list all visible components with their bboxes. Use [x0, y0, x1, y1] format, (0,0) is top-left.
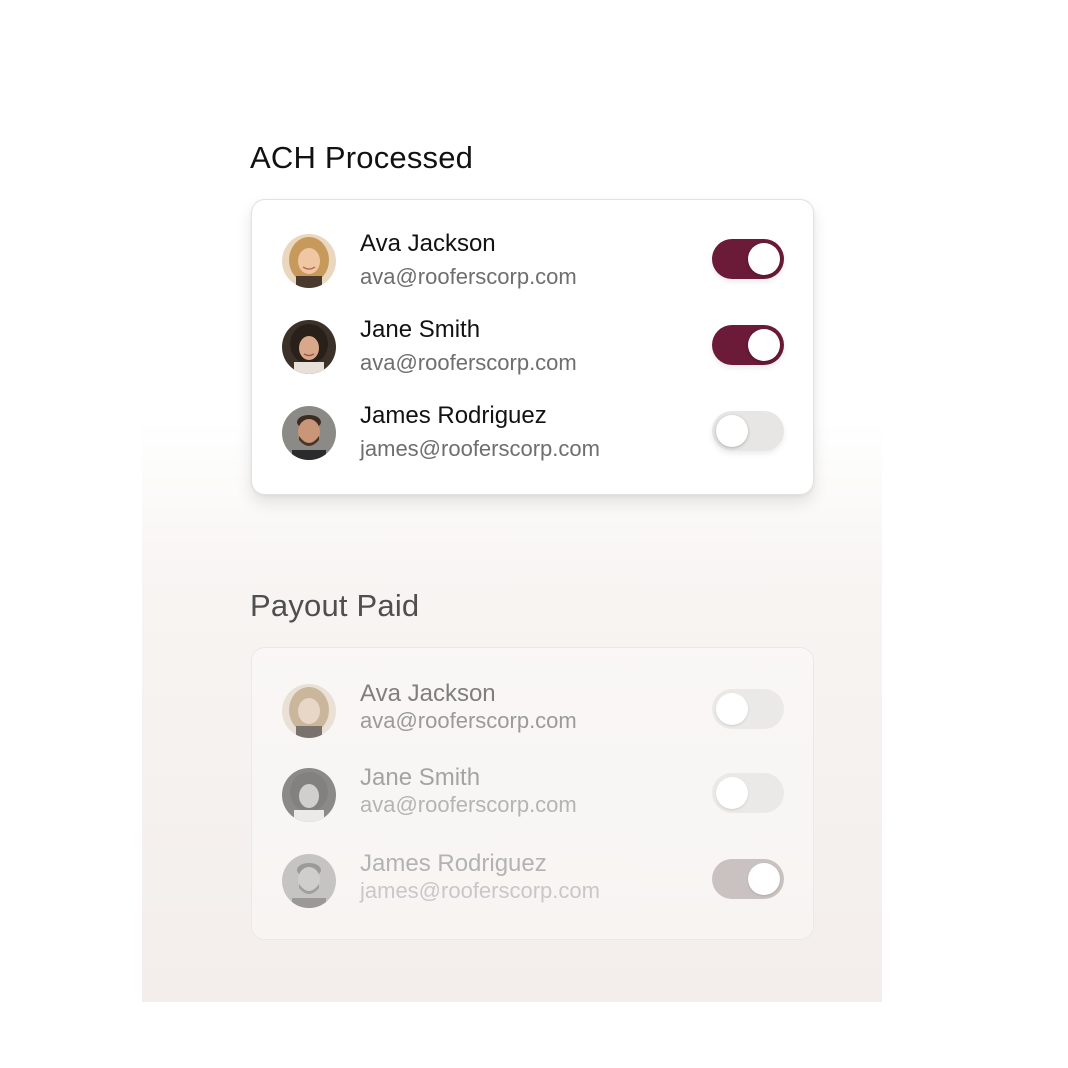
contact-row: Jane Smith ava@rooferscorp.com [252, 760, 813, 830]
contact-name: Jane Smith [360, 316, 481, 343]
toggle-knob [716, 693, 748, 725]
notification-toggle[interactable] [712, 859, 784, 899]
contact-name: James Rodriguez [360, 850, 547, 877]
contact-name: Ava Jackson [360, 680, 496, 707]
contact-name: Jane Smith [360, 764, 481, 791]
contacts-card-ach-processed: Ava Jackson ava@rooferscorp.com Jane Smi… [251, 199, 814, 495]
notification-toggle[interactable] [712, 689, 784, 729]
contacts-card-payout-paid: Ava Jackson ava@rooferscorp.com Jane Smi… [251, 647, 814, 940]
man-beard-avatar [282, 406, 336, 460]
notification-toggle[interactable] [712, 239, 784, 279]
notification-toggle[interactable] [712, 325, 784, 365]
contact-name: Ava Jackson [360, 230, 496, 257]
contact-email: ava@rooferscorp.com [360, 708, 577, 733]
woman-blonde-avatar [282, 684, 336, 738]
section-title-payout-paid: Payout Paid [250, 588, 420, 623]
notification-toggle[interactable] [712, 411, 784, 451]
man-beard-avatar [282, 854, 336, 908]
toggle-knob [748, 863, 780, 895]
contact-email: ava@rooferscorp.com [360, 264, 577, 289]
contact-email: james@rooferscorp.com [360, 436, 600, 461]
woman-curly-avatar [282, 320, 336, 374]
toggle-knob [716, 415, 748, 447]
toggle-knob [748, 243, 780, 275]
contact-name: James Rodriguez [360, 402, 547, 429]
woman-curly-avatar [282, 768, 336, 822]
contact-row: Ava Jackson ava@rooferscorp.com [252, 676, 813, 746]
contact-email: ava@rooferscorp.com [360, 792, 577, 817]
toggle-knob [748, 329, 780, 361]
contact-row: James Rodriguez james@rooferscorp.com [252, 846, 813, 916]
contact-row: Ava Jackson ava@rooferscorp.com [252, 226, 813, 296]
contact-email: james@rooferscorp.com [360, 878, 600, 903]
notification-settings-canvas: ACH Processed Ava Jackson ava@rooferscor… [0, 0, 1068, 1068]
woman-blonde-avatar [282, 234, 336, 288]
contact-email: ava@rooferscorp.com [360, 350, 577, 375]
notification-toggle[interactable] [712, 773, 784, 813]
section-title-ach-processed: ACH Processed [250, 140, 474, 175]
toggle-knob [716, 777, 748, 809]
contact-row: James Rodriguez james@rooferscorp.com [252, 398, 813, 468]
contact-row: Jane Smith ava@rooferscorp.com [252, 312, 813, 382]
